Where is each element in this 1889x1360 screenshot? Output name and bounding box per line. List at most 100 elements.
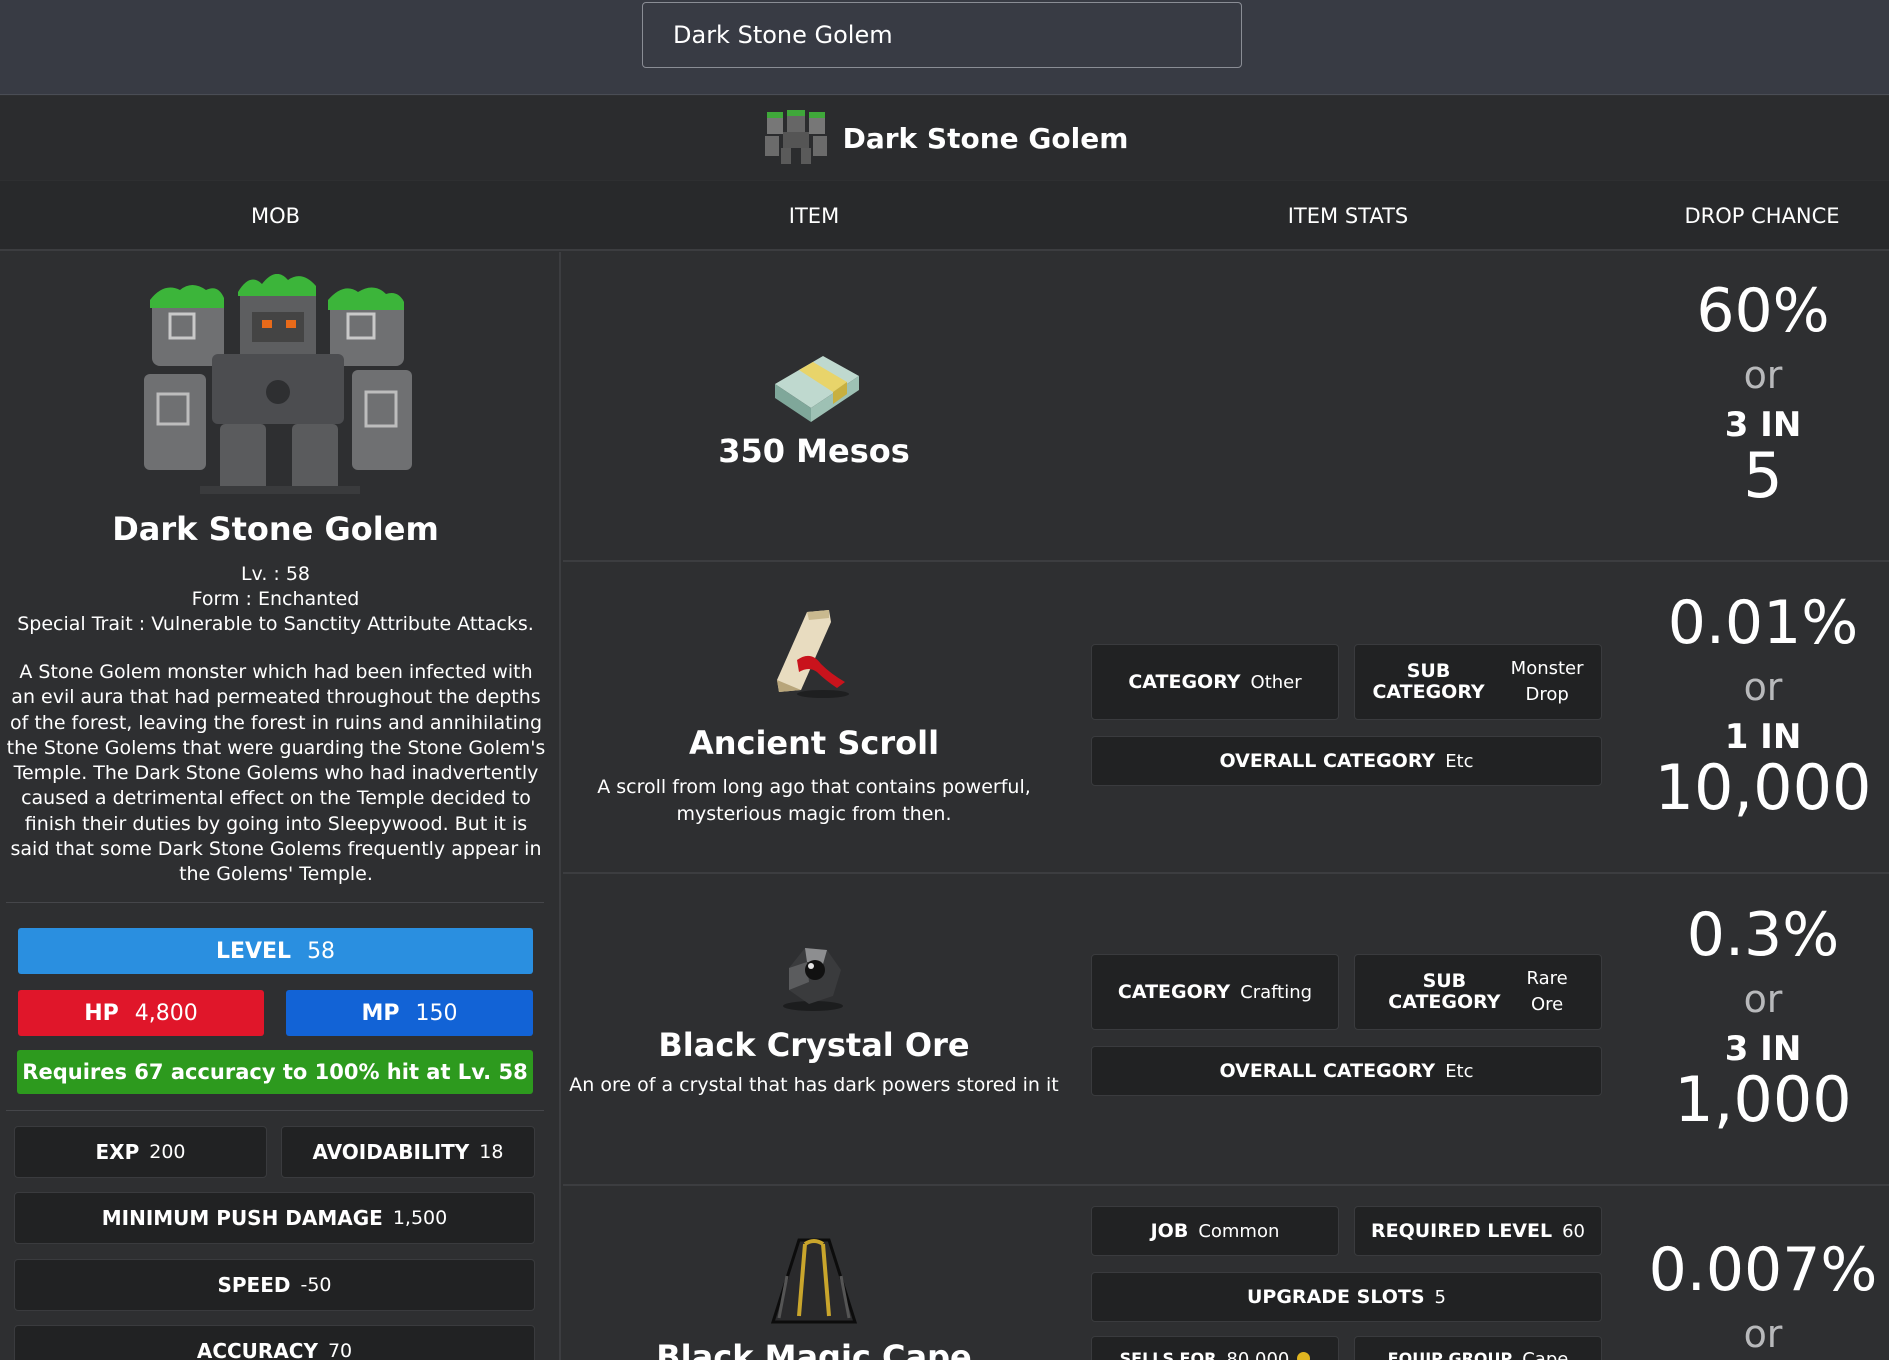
required-level-value: 60 — [1562, 1220, 1586, 1242]
push-damage-value: 1,500 — [392, 1207, 448, 1229]
level-label: LEVEL — [215, 938, 292, 964]
category-label: CATEGORY — [1117, 981, 1231, 1003]
category-tag: CATEGORY Crafting — [1091, 954, 1339, 1030]
sub-category-tag: SUB CATEGORY Monster Drop — [1354, 644, 1602, 720]
exp-stat: EXP 200 — [14, 1126, 267, 1178]
category-value: Other — [1250, 671, 1302, 693]
sub-category-value-line1: Rare — [1526, 968, 1568, 989]
equip-group-value: Cape — [1522, 1349, 1569, 1360]
column-header-item: ITEM — [788, 204, 840, 228]
mp-value: 150 — [415, 1000, 458, 1026]
category-value: Crafting — [1240, 981, 1313, 1003]
top-search-bar — [0, 0, 1889, 95]
drop-chance: 60% or 3 IN 5 — [1641, 277, 1885, 507]
page-title: Dark Stone Golem — [842, 121, 1129, 155]
drop-percent: 0.3% — [1686, 900, 1840, 970]
column-header-item-stats: ITEM STATS — [1287, 204, 1409, 228]
drop-percent: 0.007% — [1648, 1235, 1878, 1305]
mob-description: A Stone Golem monster which had been inf… — [6, 661, 546, 886]
accuracy-value: 70 — [327, 1340, 353, 1360]
column-header-drop-chance: DROP CHANCE — [1684, 204, 1840, 228]
overall-category-tag: OVERALL CATEGORY Etc — [1091, 1046, 1602, 1096]
sub-category-label-line2: CATEGORY — [1388, 991, 1501, 1013]
drop-percent: 60% — [1696, 276, 1830, 346]
accuracy-stat: ACCURACY 70 — [14, 1325, 535, 1360]
avoidability-stat: AVOIDABILITY 18 — [281, 1126, 535, 1178]
avoidability-value: 18 — [479, 1141, 504, 1163]
job-tag: JOB Common — [1091, 1206, 1339, 1256]
divider — [6, 902, 544, 903]
drop-row: Black Magic Cape JOB Common REQUIRED LEV… — [563, 1188, 1889, 1360]
column-header-mob: MOB — [250, 204, 301, 228]
hp-value: 4,800 — [134, 1000, 198, 1026]
job-value: Common — [1198, 1220, 1280, 1242]
scroll-icon — [777, 610, 849, 698]
mp-bar: MP 150 — [286, 990, 533, 1036]
search-input[interactable] — [673, 21, 1211, 49]
mob-trait-line: Special Trait : Vulnerable to Sanctity A… — [17, 613, 534, 635]
drop-chance: 0.3% or 3 IN 1,000 — [1641, 901, 1885, 1131]
item-name[interactable]: 350 Mesos — [563, 432, 1065, 470]
item-name[interactable]: Black Crystal Ore — [563, 1026, 1065, 1064]
cape-icon — [770, 1238, 858, 1324]
drop-or: or — [1743, 977, 1783, 1021]
drop-row: Ancient Scroll A scroll from long ago th… — [563, 564, 1889, 874]
drop-row: Black Crystal Ore An ore of a crystal th… — [563, 876, 1889, 1186]
dark-stone-golem-image — [144, 274, 412, 494]
sub-category-label-line1: SUB — [1422, 970, 1467, 992]
required-level-label: REQUIRED LEVEL — [1370, 1220, 1553, 1242]
category-label: CATEGORY — [1128, 671, 1241, 693]
overall-category-label: OVERALL CATEGORY — [1219, 1060, 1436, 1082]
mob-meta: Lv. : 58 Form : Enchanted Special Trait … — [0, 562, 551, 637]
mob-thumbnail-icon — [764, 110, 827, 164]
mesos-bundle-icon — [775, 356, 859, 422]
push-damage-stat: MINIMUM PUSH DAMAGE 1,500 — [14, 1192, 535, 1244]
sub-category-value: Monster Drop — [1511, 656, 1584, 708]
mob-name: Dark Stone Golem — [112, 510, 439, 548]
drop-ratio-bottom: 1,000 — [1674, 1063, 1852, 1136]
overall-category-label: OVERALL CATEGORY — [1219, 750, 1436, 772]
overall-category-value: Etc — [1445, 750, 1474, 772]
table-header: MOB ITEM ITEM STATS DROP CHANCE — [0, 181, 1889, 251]
sub-category-label-line2: CATEGORY — [1372, 681, 1485, 703]
upgrade-slots-tag: UPGRADE SLOTS 5 — [1091, 1272, 1602, 1322]
sub-category-value-line2: Drop — [1525, 684, 1569, 705]
mob-level-line: Lv. : 58 — [240, 563, 311, 585]
item-name[interactable]: Ancient Scroll — [563, 724, 1065, 762]
crystal-ore-icon — [783, 948, 843, 1011]
sells-for-tag: SELLS FOR 80,000 — [1091, 1336, 1339, 1360]
sub-category-label: SUB CATEGORY — [1388, 971, 1500, 1013]
category-tag: CATEGORY Other — [1091, 644, 1339, 720]
sub-category-value: Rare Ore — [1526, 966, 1567, 1018]
search-box[interactable] — [642, 2, 1242, 68]
drop-row: 350 Mesos 60% or 3 IN 5 — [563, 252, 1889, 562]
accuracy-requirement-text: Requires 67 accuracy to 100% hit at Lv. … — [22, 1060, 528, 1084]
drop-ratio-bottom: 10,000 — [1654, 751, 1872, 824]
drop-or: or — [1743, 665, 1783, 709]
push-damage-label: MINIMUM PUSH DAMAGE — [101, 1206, 383, 1230]
exp-value: 200 — [149, 1141, 186, 1163]
sells-for-value: 80,000 — [1226, 1349, 1290, 1360]
exp-label: EXP — [95, 1140, 140, 1164]
equip-group-label: EQUIP GROUP — [1387, 1349, 1513, 1360]
drop-ratio-bottom: 5 — [1743, 439, 1783, 512]
drop-chance: 0.007% or — [1641, 1236, 1885, 1360]
mob-form-line: Form : Enchanted — [191, 588, 360, 610]
speed-value: -50 — [300, 1274, 332, 1296]
job-label: JOB — [1150, 1220, 1189, 1242]
speed-label: SPEED — [217, 1273, 291, 1297]
item-name[interactable]: Black Magic Cape — [563, 1338, 1065, 1360]
upgrade-slots-label: UPGRADE SLOTS — [1246, 1286, 1425, 1308]
level-bar: LEVEL 58 — [18, 928, 533, 974]
drop-or: or — [1743, 353, 1783, 397]
sub-category-tag: SUB CATEGORY Rare Ore — [1354, 954, 1602, 1030]
meso-coin-icon — [1297, 1352, 1311, 1360]
upgrade-slots-value: 5 — [1434, 1286, 1446, 1308]
drop-percent: 0.01% — [1667, 588, 1859, 658]
mp-label: MP — [361, 1000, 400, 1026]
required-level-tag: REQUIRED LEVEL 60 — [1354, 1206, 1602, 1256]
accuracy-label: ACCURACY — [196, 1339, 318, 1360]
sub-category-label-line1: SUB — [1406, 660, 1451, 682]
level-value: 58 — [307, 938, 336, 964]
speed-stat: SPEED -50 — [14, 1259, 535, 1311]
